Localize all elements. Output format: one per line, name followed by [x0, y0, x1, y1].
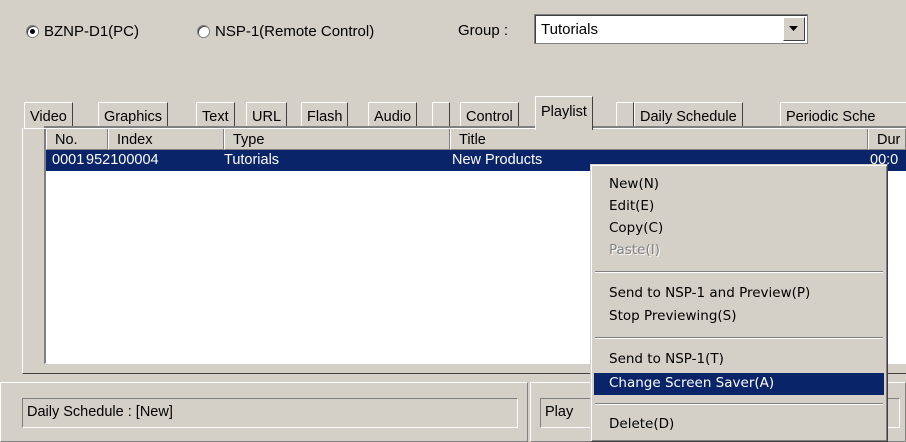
menu-item-change-screen-saver[interactable]: Change Screen Saver(A) [594, 373, 884, 395]
column-title[interactable]: Title [450, 128, 868, 150]
menu-separator [595, 337, 883, 339]
menu-item-send-to-nsp[interactable]: Send to NSP-1(T) [594, 349, 884, 371]
column-index[interactable]: Index [108, 128, 224, 150]
tab-graphics[interactable]: Graphics [98, 102, 169, 128]
tab-spacer-1 [432, 102, 450, 128]
tab-daily-schedule[interactable]: Daily Schedule [634, 102, 743, 128]
cell-no: 0001 [52, 152, 85, 168]
tab-spacer-2 [616, 102, 634, 128]
chevron-down-icon [789, 26, 798, 31]
group-dropdown-button[interactable] [783, 17, 805, 41]
cell-index: 952100004 [86, 152, 159, 168]
group-label: Group : [458, 22, 509, 39]
daily-schedule-status: Daily Schedule : [New] [22, 398, 518, 428]
column-type[interactable]: Type [224, 128, 450, 150]
menu-item-edit[interactable]: Edit(E) [594, 196, 884, 218]
tab-url[interactable]: URL [246, 102, 288, 128]
group-select[interactable]: Tutorials [534, 14, 808, 44]
radio-label-bznp: BZNP-D1(PC) [44, 23, 140, 40]
group-select-value: Tutorials [541, 21, 598, 38]
menu-item-send-and-preview[interactable]: Send to NSP-1 and Preview(P) [594, 283, 884, 305]
radio-unchecked-icon [197, 25, 210, 38]
radio-checked-icon [26, 25, 39, 38]
tab-audio[interactable]: Audio [368, 102, 418, 128]
radio-bznp-d1[interactable]: BZNP-D1(PC) [26, 23, 139, 40]
cell-type: Tutorials [224, 152, 280, 168]
tab-control[interactable]: Control [460, 102, 519, 128]
tab-periodic-schedule[interactable]: Periodic Sche [780, 102, 906, 128]
column-duration[interactable]: Dur [868, 128, 906, 150]
tab-playlist[interactable]: Playlist [535, 96, 593, 130]
context-menu: New(N) Edit(E) Copy(C) Paste(I) Send to … [590, 164, 888, 442]
menu-item-copy[interactable]: Copy(C) [594, 218, 884, 240]
radio-nsp-1[interactable]: NSP-1(Remote Control) [197, 23, 374, 40]
tab-flash[interactable]: Flash [301, 102, 349, 128]
playlist-status-text: Play [545, 404, 574, 420]
tab-text[interactable]: Text [196, 102, 235, 128]
column-no[interactable]: No. [46, 128, 108, 150]
menu-separator [595, 271, 883, 273]
daily-schedule-status-text: Daily Schedule : [New] [27, 404, 173, 420]
menu-item-new[interactable]: New(N) [594, 174, 884, 196]
menu-separator [595, 403, 883, 405]
tab-divider [24, 128, 906, 129]
menu-item-delete[interactable]: Delete(D) [594, 414, 884, 436]
cell-title: New Products [452, 152, 543, 168]
menu-item-stop-previewing[interactable]: Stop Previewing(S) [594, 306, 884, 328]
tab-video[interactable]: Video [24, 102, 73, 128]
radio-label-nsp: NSP-1(Remote Control) [215, 23, 375, 40]
menu-item-paste: Paste(I) [609, 242, 660, 258]
